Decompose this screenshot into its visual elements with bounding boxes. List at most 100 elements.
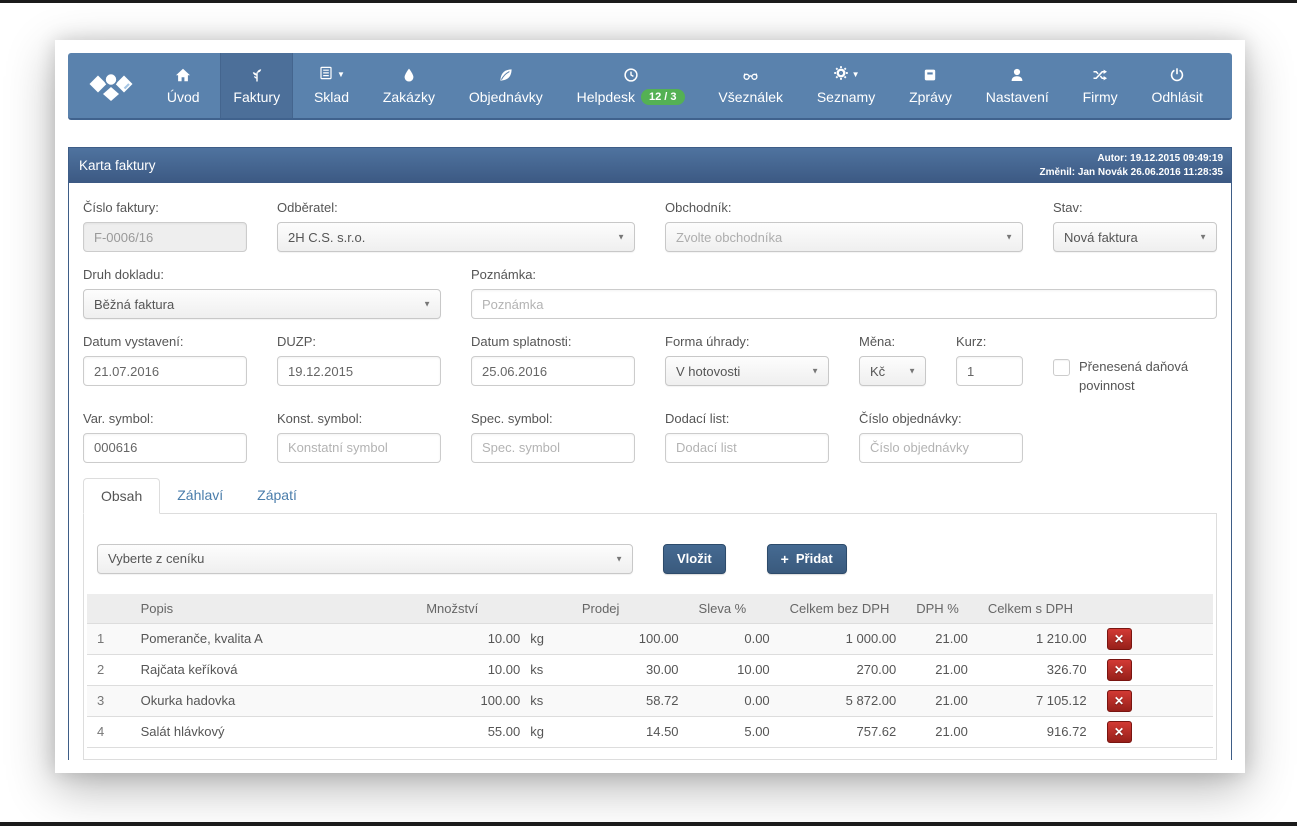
col-sleva: Sleva % [689, 594, 780, 624]
const-symbol-input[interactable] [277, 433, 441, 463]
nav-item-uvod[interactable]: Úvod [154, 53, 213, 118]
reverse-charge-checkbox[interactable] [1053, 359, 1070, 376]
nav-item-vseznalek[interactable]: Všeználek [705, 53, 796, 118]
row-index: 2 [87, 654, 131, 685]
panel-body: Číslo faktury: Odběratel: 2H C.S. s.r.o.… [69, 183, 1231, 760]
payment-method-label: Forma úhrady: [665, 334, 829, 349]
nav-item-seznamy[interactable]: ▼ Seznamy [804, 53, 888, 118]
row-index: 1 [87, 623, 131, 654]
currency-select[interactable]: Kč ▼ [859, 356, 926, 386]
item-vat: 21.00 [906, 623, 978, 654]
nav-item-odhlasit[interactable]: Odhlásit [1138, 53, 1215, 118]
tab-zahlavi[interactable]: Záhlaví [160, 478, 240, 514]
customer-select[interactable]: 2H C.S. s.r.o. ▼ [277, 222, 635, 252]
nav-label: Úvod [167, 89, 200, 105]
field-const-symbol: Konst. symbol: [277, 411, 441, 463]
item-discount: 5.00 [689, 716, 780, 747]
payment-method-select[interactable]: V hotovosti ▼ [665, 356, 829, 386]
select-caret-icon: ▼ [811, 367, 819, 376]
field-document-type: Druh dokladu: Běžná faktura ▼ [83, 267, 441, 319]
nav-item-sklad[interactable]: ▼ Sklad [301, 53, 362, 118]
pricelist-select[interactable]: Vyberte z ceníku ▼ [97, 544, 633, 574]
invoice-number-label: Číslo faktury: [83, 200, 247, 215]
item-discount: 0.00 [689, 685, 780, 716]
field-salesman: Obchodník: Zvolte obchodníka ▼ [665, 200, 1023, 252]
invoice-items-table: Popis Množství Prodej Sleva % Celkem bez… [87, 594, 1213, 748]
order-number-input[interactable] [859, 433, 1023, 463]
nav-item-firmy[interactable]: Firmy [1070, 53, 1131, 118]
note-input[interactable] [471, 289, 1217, 319]
nav-item-zpravy[interactable]: Zprávy [896, 53, 965, 118]
insert-button[interactable]: Vložit [663, 544, 726, 574]
item-discount: 0.00 [689, 623, 780, 654]
nav-label: Sklad [314, 89, 349, 105]
col-unit [530, 594, 572, 624]
customer-select-value: 2H C.S. s.r.o. [288, 230, 365, 245]
nav-item-objednavky[interactable]: Objednávky [456, 53, 556, 118]
issue-date-input[interactable] [83, 356, 247, 386]
field-issue-date: Datum vystavení: [83, 334, 247, 396]
panel-header: Karta faktury Autor: 19.12.2015 09:49:19… [69, 148, 1231, 183]
rate-input[interactable] [956, 356, 1023, 386]
item-quantity: 55.00 [416, 716, 530, 747]
col-mnozstvi: Množství [416, 594, 530, 624]
nav-label: Helpdesk [577, 89, 635, 105]
tab-bar: Obsah Záhlaví Zápatí [83, 478, 1217, 514]
shuffle-icon [1092, 66, 1108, 83]
item-quantity: 10.00 [416, 623, 530, 654]
item-total-net: 270.00 [780, 654, 907, 685]
item-price: 30.00 [572, 654, 689, 685]
document-type-select[interactable]: Běžná faktura ▼ [83, 289, 441, 319]
item-description: Pomeranče, kvalita A [131, 623, 417, 654]
tab-obsah[interactable]: Obsah [83, 478, 160, 514]
nav-label: Nastavení [986, 89, 1049, 105]
col-index [87, 594, 131, 624]
select-caret-icon: ▼ [1199, 233, 1207, 242]
duzp-input[interactable] [277, 356, 441, 386]
item-unit: kg [530, 623, 572, 654]
field-reverse-charge: Přenesená daňová povinnost [1053, 334, 1217, 396]
delete-row-button[interactable]: ✕ [1107, 628, 1132, 650]
select-caret-icon: ▼ [617, 233, 625, 242]
item-quantity: 10.00 [416, 654, 530, 685]
nav-item-nastaveni[interactable]: Nastavení [973, 53, 1062, 118]
customer-label: Odběratel: [277, 200, 635, 215]
table-row: 1 Pomeranče, kvalita A 10.00 kg 100.00 0… [87, 623, 1213, 654]
spec-symbol-input[interactable] [471, 433, 635, 463]
logo-icon [88, 67, 134, 105]
seedling-icon [249, 66, 265, 83]
const-symbol-label: Konst. symbol: [277, 411, 441, 426]
delivery-note-label: Dodací list: [665, 411, 829, 426]
item-vat: 21.00 [906, 716, 978, 747]
item-total-gross: 1 210.00 [978, 623, 1097, 654]
due-date-input[interactable] [471, 356, 635, 386]
add-button-label: Přidat [796, 551, 833, 566]
chevron-down-icon: ▼ [852, 71, 860, 79]
invoice-number-input[interactable] [83, 222, 247, 252]
field-spec-symbol: Spec. symbol: [471, 411, 635, 463]
var-symbol-input[interactable] [83, 433, 247, 463]
add-button[interactable]: + Přidat [767, 544, 847, 574]
item-total-gross: 326.70 [978, 654, 1097, 685]
app-window: Úvod Faktury [55, 40, 1245, 773]
nav-label: Faktury [233, 89, 280, 105]
salesman-select[interactable]: Zvolte obchodníka ▼ [665, 222, 1023, 252]
nav-item-zakazky[interactable]: Zakázky [370, 53, 448, 118]
item-total-net: 1 000.00 [780, 623, 907, 654]
table-header-row: Popis Množství Prodej Sleva % Celkem bez… [87, 594, 1213, 624]
nav-item-helpdesk[interactable]: Helpdesk 12 / 3 [564, 53, 698, 118]
meta-author: Autor: 19.12.2015 09:49:19 [1040, 152, 1223, 166]
nav-item-faktury[interactable]: Faktury [220, 53, 293, 118]
nav-label: Odhlásit [1151, 89, 1202, 105]
tab-content-obsah: Vyberte z ceníku ▼ Vložit + Přidat [83, 514, 1217, 760]
status-select[interactable]: Nová faktura ▼ [1053, 222, 1217, 252]
delete-row-button[interactable]: ✕ [1107, 721, 1132, 743]
document-type-label: Druh dokladu: [83, 267, 441, 282]
delete-row-button[interactable]: ✕ [1107, 690, 1132, 712]
item-unit: ks [530, 685, 572, 716]
item-price: 58.72 [572, 685, 689, 716]
tab-zapati[interactable]: Zápatí [240, 478, 314, 514]
delivery-note-input[interactable] [665, 433, 829, 463]
delete-row-button[interactable]: ✕ [1107, 659, 1132, 681]
app-logo[interactable] [76, 53, 146, 118]
